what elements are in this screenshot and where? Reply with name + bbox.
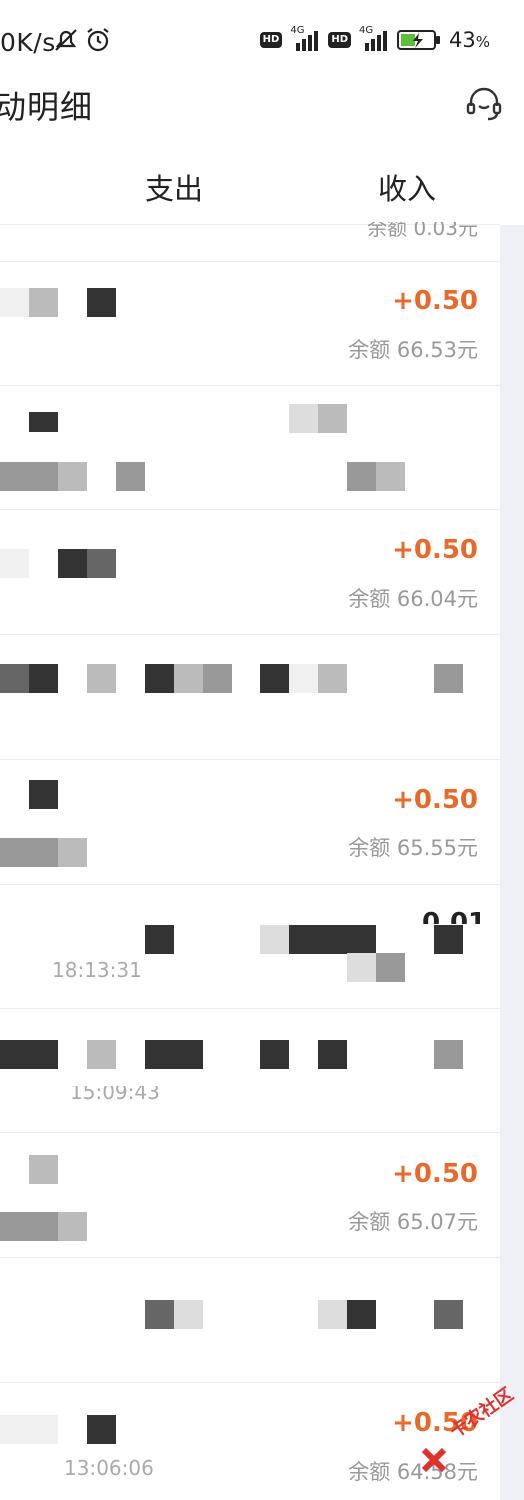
pixelated-block bbox=[260, 1040, 289, 1069]
customer-service-headset-icon[interactable] bbox=[464, 84, 504, 124]
pixelated-block bbox=[29, 1212, 58, 1241]
pixelated-block bbox=[203, 664, 232, 693]
alarm-clock-icon bbox=[87, 28, 109, 52]
pixelated-block bbox=[0, 288, 29, 317]
hd-badge-1: HD bbox=[259, 32, 283, 48]
status-bar: 0K/s HD 4G HD 4G 43% bbox=[0, 0, 524, 80]
pixelated-block bbox=[289, 925, 376, 954]
pixelated-block bbox=[0, 1212, 29, 1241]
battery-charging-icon bbox=[397, 30, 440, 50]
pixelated-block bbox=[434, 1040, 463, 1069]
pixelated-block bbox=[87, 288, 116, 317]
balance: 余额 66.04元 bbox=[348, 587, 478, 611]
balance: 余额 65.07元 bbox=[348, 1210, 478, 1234]
divider bbox=[0, 385, 500, 386]
tab-expense[interactable]: 支出 bbox=[145, 166, 203, 208]
signal-icon-2: 4G bbox=[359, 25, 389, 51]
pixelated-block bbox=[29, 838, 58, 867]
mute-bell-icon bbox=[55, 29, 77, 51]
income-amount: +0.50 bbox=[392, 785, 478, 815]
pixelated-block bbox=[58, 549, 87, 578]
pixelated-block bbox=[376, 953, 405, 982]
pixelated-block bbox=[347, 953, 376, 982]
pixelated-block bbox=[318, 664, 347, 693]
pixelated-block bbox=[376, 462, 405, 491]
pixelated-block bbox=[116, 462, 145, 491]
divider bbox=[0, 634, 500, 635]
pixelated-block bbox=[0, 838, 29, 867]
time-partial: 13:06:06 bbox=[64, 1456, 154, 1480]
pixelated-block bbox=[145, 925, 174, 954]
pixelated-block bbox=[260, 664, 289, 693]
pixelated-block bbox=[318, 1040, 347, 1069]
pixelated-block bbox=[29, 412, 58, 432]
pixelated-block bbox=[347, 462, 376, 491]
pixelated-block bbox=[29, 462, 58, 491]
pixelated-block bbox=[145, 1300, 174, 1329]
pixelated-block bbox=[318, 1300, 347, 1329]
pixelated-block bbox=[174, 1300, 203, 1329]
pixelated-block bbox=[145, 1040, 203, 1069]
divider bbox=[0, 759, 500, 760]
pixelated-block bbox=[0, 462, 29, 491]
pixelated-block bbox=[260, 925, 289, 954]
pixelated-block bbox=[87, 549, 116, 578]
pixelated-block bbox=[29, 780, 58, 809]
balance: 余额 66.53元 bbox=[348, 338, 478, 362]
divider bbox=[0, 1008, 500, 1009]
signal-label-1: 4G bbox=[290, 25, 305, 36]
divider bbox=[0, 1257, 500, 1258]
pixelated-block bbox=[87, 1040, 116, 1069]
pixelated-block bbox=[0, 1040, 58, 1069]
divider bbox=[0, 261, 500, 262]
pixelated-block bbox=[434, 1300, 463, 1329]
page-title: 动明细 bbox=[0, 88, 94, 126]
pixelated-block bbox=[434, 664, 463, 693]
tab-income[interactable]: 收入 bbox=[378, 166, 436, 208]
income-amount: +0.50 bbox=[392, 535, 478, 565]
pixelated-block bbox=[145, 664, 174, 693]
divider bbox=[0, 1132, 500, 1133]
scroll-panel-strip bbox=[500, 225, 524, 1500]
balance-partial: 余额 0.03元 bbox=[367, 216, 478, 240]
divider bbox=[0, 884, 500, 885]
balance: 余额 65.55元 bbox=[348, 836, 478, 860]
network-speed: 0K/s bbox=[0, 28, 56, 57]
signal-label-2: 4G bbox=[359, 25, 374, 36]
income-amount: +0.50 bbox=[392, 286, 478, 316]
battery-percent: 43% bbox=[449, 28, 490, 52]
signal-icon-1: 4G bbox=[290, 25, 320, 51]
pixelated-block bbox=[289, 664, 318, 693]
pixelated-block bbox=[29, 1415, 58, 1444]
status-right-cluster: HD 4G HD 4G 43% bbox=[259, 25, 490, 52]
pixelated-block bbox=[347, 1300, 376, 1329]
income-amount: +0.50 bbox=[392, 1159, 478, 1189]
pixelated-block bbox=[0, 664, 29, 693]
divider bbox=[0, 509, 500, 510]
pixelated-block bbox=[58, 838, 87, 867]
pixelated-block bbox=[434, 925, 463, 954]
pixelated-block bbox=[174, 664, 203, 693]
pixelated-block bbox=[29, 664, 58, 693]
time-partial: 18:13:31 bbox=[52, 958, 142, 982]
pixelated-block bbox=[58, 462, 87, 491]
pixelated-block bbox=[318, 404, 347, 433]
hd-badge-2: HD bbox=[328, 32, 351, 48]
pixelated-block bbox=[0, 549, 29, 578]
divider bbox=[0, 1382, 500, 1383]
pixelated-block bbox=[29, 1155, 58, 1184]
pixelated-block bbox=[87, 1415, 116, 1444]
pixelated-block bbox=[289, 404, 318, 433]
pixelated-block bbox=[58, 1212, 87, 1241]
pixelated-block bbox=[0, 1415, 29, 1444]
pixelated-block bbox=[87, 664, 116, 693]
watermark-logo: 卡农社区 bbox=[420, 1384, 524, 1480]
time-partial: 15:09:43 bbox=[70, 1080, 160, 1104]
pixelated-block bbox=[29, 288, 58, 317]
